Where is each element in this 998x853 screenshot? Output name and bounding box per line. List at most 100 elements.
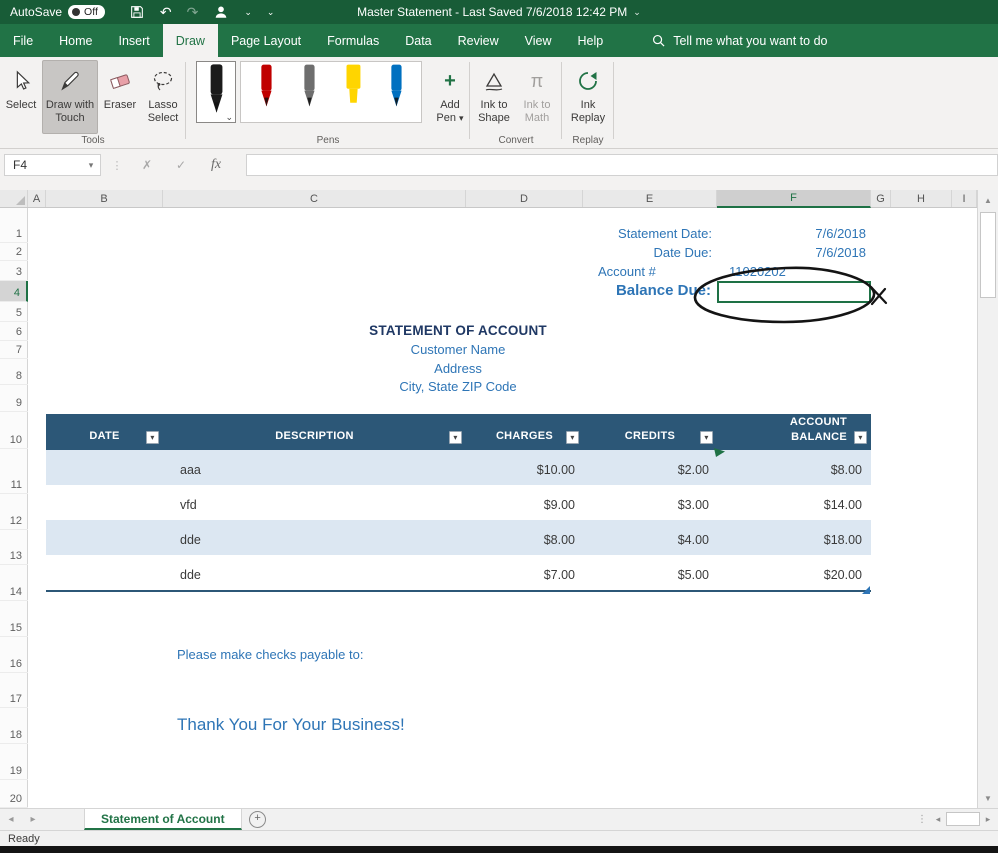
checks-payable-note[interactable]: Please make checks payable to: <box>177 647 363 662</box>
table-header-date[interactable]: DATE ▾ <box>46 414 163 450</box>
lasso-select-button[interactable]: Lasso Select <box>141 60 185 134</box>
customer-city-line[interactable]: City, State ZIP Code <box>399 379 516 394</box>
column-header-F[interactable]: F <box>717 190 871 208</box>
column-header-B[interactable]: B <box>46 190 163 207</box>
statement-date-label[interactable]: Statement Date: <box>618 226 712 241</box>
name-box[interactable]: F4 ▾ <box>4 154 101 176</box>
cell-date[interactable] <box>46 520 163 555</box>
table-header-charges[interactable]: CHARGES ▾ <box>466 414 583 450</box>
row-header-1[interactable]: 1 <box>0 208 28 243</box>
sheet-nav-left-icon[interactable]: ◂ <box>0 809 22 830</box>
row-header-12[interactable]: 12 <box>0 494 28 530</box>
select-all-corner[interactable] <box>0 190 28 207</box>
account-number-value[interactable]: 11020202 <box>729 264 786 279</box>
account-icon[interactable] <box>213 4 229 20</box>
column-header-H[interactable]: H <box>891 190 952 207</box>
filter-button-charges[interactable]: ▾ <box>566 431 579 444</box>
select-tool-button[interactable]: Select <box>2 60 40 134</box>
row-header-2[interactable]: 2 <box>0 243 28 261</box>
eraser-button[interactable]: Eraser <box>100 60 140 134</box>
column-header-A[interactable]: A <box>28 190 46 207</box>
cell-date[interactable] <box>46 485 163 520</box>
row-header-14[interactable]: 14 <box>0 565 28 601</box>
scroll-down-icon[interactable]: ▼ <box>978 789 998 807</box>
cell-balance[interactable]: $20.00 <box>717 555 871 590</box>
row-header-7[interactable]: 7 <box>0 341 28 359</box>
pen-red-icon[interactable] <box>253 62 279 110</box>
selected-cell-F4[interactable] <box>717 281 871 303</box>
splitter-handle-icon[interactable]: ⋮ <box>917 814 927 825</box>
add-pen-button[interactable]: + Add Pen ▾ <box>430 60 470 134</box>
row-header-19[interactable]: 19 <box>0 744 28 780</box>
menu-tab-formulas[interactable]: Formulas <box>314 24 392 57</box>
cell-charges[interactable]: $7.00 <box>466 555 583 590</box>
cell-charges[interactable]: $9.00 <box>466 485 583 520</box>
draw-with-touch-button[interactable]: Draw with Touch <box>42 60 98 134</box>
formula-input[interactable] <box>246 154 998 176</box>
menu-tab-home[interactable]: Home <box>46 24 105 57</box>
cell-description[interactable]: dde <box>163 520 466 555</box>
customize-toolbar-icon[interactable]: ⌄ <box>267 7 275 17</box>
menu-tab-help[interactable]: Help <box>565 24 617 57</box>
row-header-13[interactable]: 13 <box>0 530 28 565</box>
ink-replay-button[interactable]: Ink Replay <box>566 60 610 134</box>
statement-heading[interactable]: STATEMENT OF ACCOUNT <box>369 323 547 338</box>
cell-date[interactable] <box>46 555 163 590</box>
table-row[interactable]: vfd $9.00 $3.00 $14.00 <box>46 485 871 520</box>
autosave-pill[interactable]: Off <box>68 5 105 19</box>
row-header-9[interactable]: 9 <box>0 385 28 412</box>
vertical-scroll-thumb[interactable] <box>980 212 996 298</box>
table-row[interactable]: aaa $10.00 $2.00 $8.00 <box>46 450 871 485</box>
menu-tab-view[interactable]: View <box>512 24 565 57</box>
cell-credits[interactable]: $2.00 <box>583 450 717 485</box>
cell-credits[interactable]: $3.00 <box>583 485 717 520</box>
cell-description[interactable]: vfd <box>163 485 466 520</box>
filter-button-balance[interactable]: ▾ <box>854 431 867 444</box>
cell-date[interactable] <box>46 450 163 485</box>
row-header-15[interactable]: 15 <box>0 601 28 637</box>
table-row[interactable]: dde $7.00 $5.00 $20.00 <box>46 555 871 590</box>
cell-balance[interactable]: $8.00 <box>717 450 871 485</box>
cell-balance[interactable]: $14.00 <box>717 485 871 520</box>
row-header-10[interactable]: 10 <box>0 412 28 449</box>
statement-date-value[interactable]: 7/6/2018 <box>815 226 866 241</box>
cell-balance[interactable]: $18.00 <box>717 520 871 555</box>
filter-button-credits[interactable]: ▾ <box>700 431 713 444</box>
new-sheet-button[interactable]: + <box>242 809 274 830</box>
pen-gallery[interactable] <box>240 61 422 123</box>
menu-tab-draw[interactable]: Draw <box>162 24 218 57</box>
date-due-value[interactable]: 7/6/2018 <box>815 245 866 260</box>
scroll-right-icon[interactable]: ▸ <box>980 811 996 827</box>
menu-tab-page-layout[interactable]: Page Layout <box>218 24 314 57</box>
cell-charges[interactable]: $10.00 <box>466 450 583 485</box>
pen-blue-icon[interactable] <box>383 62 409 110</box>
horizontal-scroll-thumb[interactable] <box>946 812 980 826</box>
row-header-20[interactable]: 20 <box>0 780 28 808</box>
pen-dropdown-icon[interactable]: ⌄ <box>225 113 233 122</box>
pen-gray-icon[interactable] <box>296 62 322 110</box>
cell-charges[interactable]: $8.00 <box>466 520 583 555</box>
menu-tab-insert[interactable]: Insert <box>106 24 163 57</box>
row-header-8[interactable]: 8 <box>0 359 28 385</box>
menu-tab-file[interactable]: File <box>0 24 46 57</box>
sheet-nav-right-icon[interactable]: ▸ <box>22 809 44 830</box>
redo-icon[interactable]: ↷ <box>187 5 199 19</box>
title-chevron-icon[interactable]: ⌄ <box>633 7 641 18</box>
column-header-C[interactable]: C <box>163 190 466 207</box>
row-header-3[interactable]: 3 <box>0 261 28 281</box>
cancel-entry-icon[interactable]: ✗ <box>130 158 164 172</box>
balance-due-label[interactable]: Balance Due: <box>616 282 711 299</box>
date-due-label[interactable]: Date Due: <box>653 245 712 260</box>
confirm-entry-icon[interactable]: ✓ <box>164 158 198 172</box>
customer-name[interactable]: Customer Name <box>411 342 506 357</box>
cell-description[interactable]: dde <box>163 555 466 590</box>
row-header-17[interactable]: 17 <box>0 673 28 708</box>
filter-button-description[interactable]: ▾ <box>449 431 462 444</box>
name-box-dropdown-icon[interactable]: ▾ <box>82 160 100 171</box>
row-header-11[interactable]: 11 <box>0 449 28 494</box>
cell-credits[interactable]: $5.00 <box>583 555 717 590</box>
table-resize-handle[interactable] <box>862 586 871 595</box>
account-number-label[interactable]: Account # <box>598 264 656 279</box>
autosave-toggle[interactable]: AutoSave Off <box>10 5 105 19</box>
cell-description[interactable]: aaa <box>163 450 466 485</box>
